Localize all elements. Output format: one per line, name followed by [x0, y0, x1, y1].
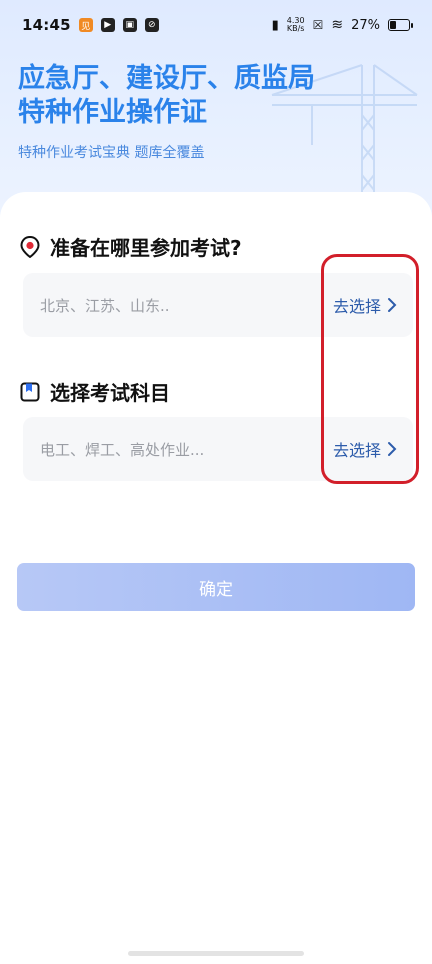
status-time: 14:45	[22, 16, 71, 34]
hero-subtitle: 特种作业考试宝典 题库全覆盖	[18, 145, 205, 161]
battery-icon	[388, 19, 413, 31]
hero-title: 应急厅、建设厅、质监局 特种作业操作证	[18, 62, 315, 130]
hero-title-line-1: 应急厅、建设厅、质监局	[18, 63, 315, 94]
subject-placeholder: 电工、焊工、高处作业...	[40, 440, 205, 459]
no-sim-icon: ☒	[312, 18, 324, 32]
status-bar: 14:45 见 ▶ ▣ ⊘ ▮ 4.30 KB/s ☒ ≋ 27%	[0, 0, 432, 50]
battery-percentage: 27%	[351, 17, 380, 33]
vibrate-icon: ▮	[271, 17, 279, 33]
confirm-button[interactable]: 确定	[17, 563, 415, 611]
location-section-title: 准备在哪里参加考试?	[20, 232, 242, 261]
link-app-icon: ⊘	[144, 18, 159, 32]
app-notification-icon: 见	[78, 18, 93, 32]
store-app-icon: ▣	[122, 18, 137, 32]
bookmark-icon	[20, 382, 40, 401]
subject-title-text: 选择考试科目	[50, 381, 170, 405]
status-right: ▮ 4.30 KB/s ☒ ≋ 27%	[271, 17, 413, 33]
location-title-text: 准备在哪里参加考试?	[50, 236, 242, 260]
network-speed: 4.30 KB/s	[287, 17, 305, 33]
subject-section-title: 选择考试科目	[20, 377, 170, 406]
status-left: 14:45 见 ▶ ▣ ⊘	[22, 16, 159, 34]
video-app-icon: ▶	[100, 18, 115, 32]
wifi-icon: ≋	[331, 17, 344, 33]
hero-title-line-2: 特种作业操作证	[18, 97, 207, 128]
location-pin-icon	[20, 235, 40, 258]
home-indicator[interactable]	[128, 951, 304, 956]
highlight-annotation	[321, 254, 419, 484]
location-placeholder: 北京、江苏、山东..	[40, 296, 170, 315]
network-speed-unit: KB/s	[286, 24, 305, 33]
